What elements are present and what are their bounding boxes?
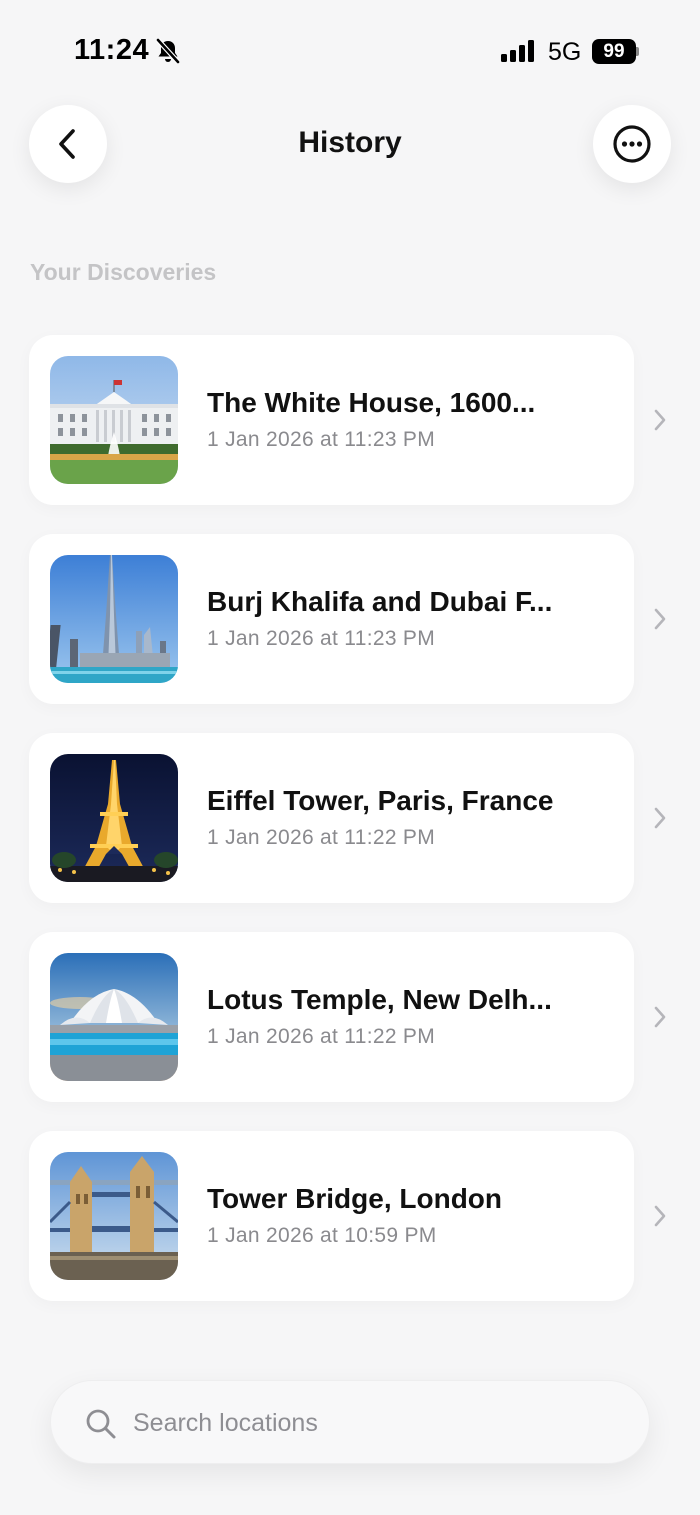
item-date: 1 Jan 2026 at 10:59 PM [207, 1224, 437, 1247]
history-item-tower-bridge[interactable]: Tower Bridge, London 1 Jan 2026 at 10:59… [29, 1131, 634, 1301]
ellipsis-circle-icon [613, 125, 651, 163]
history-screen: 11:24 5G 99 History Your Discoveries The… [0, 0, 700, 1515]
status-time: 11:24 [74, 34, 150, 66]
section-title: Your Discoveries [30, 259, 217, 285]
network-label: 5G [548, 38, 582, 66]
battery-level: 99 [592, 39, 636, 64]
item-date: 1 Jan 2026 at 11:23 PM [207, 627, 436, 650]
chevron-right-icon [654, 409, 666, 431]
signal-icon [501, 40, 534, 62]
chevron-right-icon [654, 608, 666, 630]
tower-bridge-thumbnail [50, 1152, 178, 1280]
search-bar[interactable] [50, 1380, 650, 1464]
bell-slash-icon [156, 38, 180, 64]
item-title: Eiffel Tower, Paris, France [207, 785, 554, 816]
eiffel-tower-thumbnail [50, 754, 178, 882]
search-input[interactable] [133, 1401, 613, 1445]
item-title: Burj Khalifa and Dubai F... [207, 586, 553, 617]
item-title: The White House, 1600... [207, 387, 536, 418]
chevron-right-icon [654, 1006, 666, 1028]
item-date: 1 Jan 2026 at 11:22 PM [207, 1025, 436, 1048]
item-title: Tower Bridge, London [207, 1183, 503, 1214]
burj-khalifa-thumbnail [50, 555, 178, 683]
item-date: 1 Jan 2026 at 11:22 PM [207, 826, 436, 849]
battery-indicator: 99 [592, 39, 639, 64]
status-bar: 11:24 5G 99 [0, 0, 700, 100]
history-item-burj-khalifa[interactable]: Burj Khalifa and Dubai F... 1 Jan 2026 a… [29, 534, 634, 704]
item-title: Lotus Temple, New Delh... [207, 984, 552, 1015]
item-date: 1 Jan 2026 at 11:23 PM [207, 428, 436, 451]
white-house-thumbnail [50, 356, 178, 484]
history-item-lotus-temple[interactable]: Lotus Temple, New Delh... 1 Jan 2026 at … [29, 932, 634, 1102]
chevron-right-icon [654, 807, 666, 829]
search-icon [86, 1409, 116, 1439]
history-item-white-house[interactable]: The White House, 1600... 1 Jan 2026 at 1… [29, 335, 634, 505]
lotus-temple-thumbnail [50, 953, 178, 1081]
more-options-button[interactable] [593, 105, 671, 183]
history-item-eiffel-tower[interactable]: Eiffel Tower, Paris, France 1 Jan 2026 a… [29, 733, 634, 903]
battery-tip [636, 47, 639, 56]
chevron-right-icon [654, 1205, 666, 1227]
